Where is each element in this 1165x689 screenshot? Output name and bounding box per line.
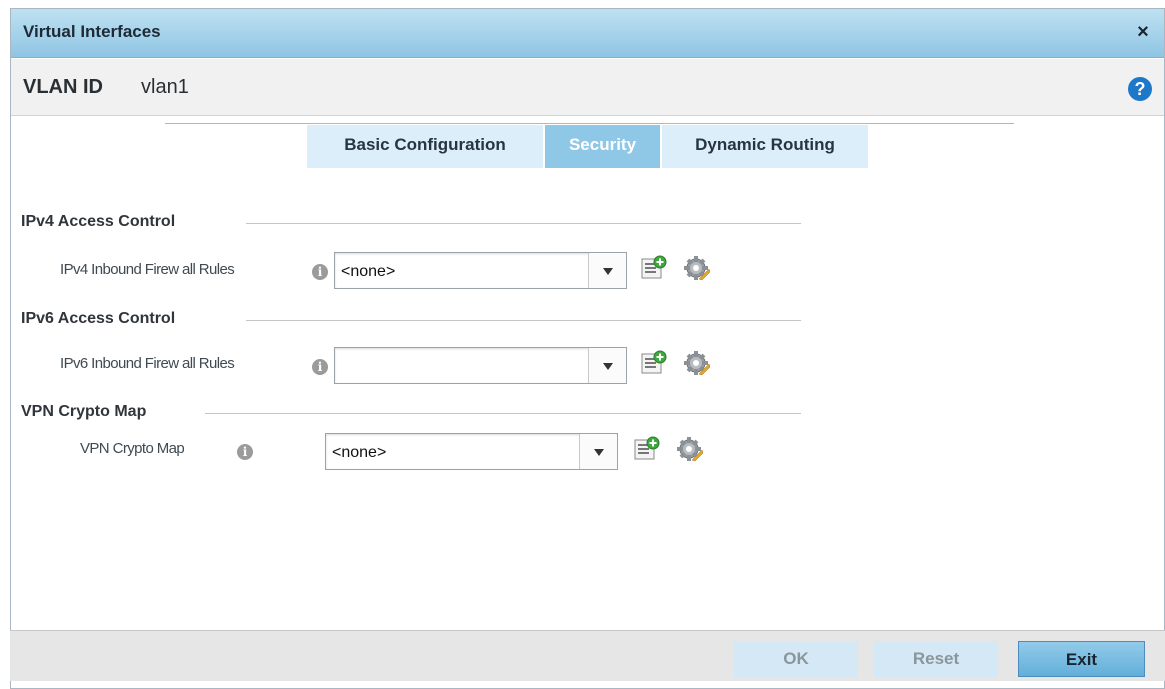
close-icon[interactable]: × [1134, 22, 1152, 42]
exit-button[interactable]: Exit [1018, 641, 1145, 677]
chevron-down-icon [594, 449, 604, 456]
tabs-divider [165, 123, 1014, 124]
info-icon: i [312, 359, 328, 375]
dropdown-arrow[interactable] [588, 348, 626, 383]
add-rule-icon[interactable] [641, 350, 667, 376]
ipv4-section-title: IPv4 Access Control [21, 213, 176, 230]
chevron-down-icon [603, 268, 613, 275]
dialog-titlebar: Virtual Interfaces × [11, 9, 1164, 58]
vpn-select-value: <none> [332, 444, 387, 461]
ipv6-inbound-firewall-label: IPv6 Inbound Firew all Rules [60, 355, 235, 372]
vpn-section-divider [205, 413, 801, 414]
chevron-down-icon [603, 363, 613, 370]
info-icon: i [237, 444, 253, 460]
gear-icon[interactable] [677, 436, 703, 462]
vlan-header: VLAN ID vlan1 ? [11, 59, 1164, 116]
ipv6-inbound-firewall-select[interactable] [334, 347, 627, 384]
ipv6-section-divider [246, 320, 801, 321]
gear-icon[interactable] [684, 255, 710, 281]
vpn-section-title: VPN Crypto Map [21, 403, 147, 420]
dropdown-arrow[interactable] [588, 253, 626, 288]
ipv4-section-divider [246, 223, 801, 224]
ipv4-select-value: <none> [341, 263, 396, 280]
dialog-title: Virtual Interfaces [23, 22, 161, 41]
vlan-id-value: vlan1 [141, 76, 189, 98]
ipv4-inbound-firewall-select[interactable]: <none> [334, 252, 627, 289]
ipv6-section-title: IPv6 Access Control [21, 310, 176, 327]
vlan-id-label: VLAN ID [23, 76, 103, 98]
dropdown-arrow[interactable] [579, 434, 617, 469]
add-rule-icon[interactable] [634, 436, 660, 462]
vpn-crypto-map-select[interactable]: <none> [325, 433, 618, 470]
info-icon: i [312, 264, 328, 280]
vpn-crypto-map-label: VPN Crypto Map [80, 440, 185, 457]
add-rule-icon[interactable] [641, 255, 667, 281]
reset-button[interactable]: Reset [874, 641, 998, 677]
help-icon[interactable]: ? [1128, 77, 1152, 101]
dialog-footer: OK Reset Exit [10, 630, 1165, 681]
tab-dynamic-routing[interactable]: Dynamic Routing [662, 125, 868, 168]
gear-icon[interactable] [684, 350, 710, 376]
ok-button[interactable]: OK [734, 641, 858, 677]
ipv4-inbound-firewall-label: IPv4 Inbound Firew all Rules [60, 261, 235, 278]
tab-security[interactable]: Security [545, 125, 660, 168]
tab-basic-configuration[interactable]: Basic Configuration [307, 125, 543, 168]
